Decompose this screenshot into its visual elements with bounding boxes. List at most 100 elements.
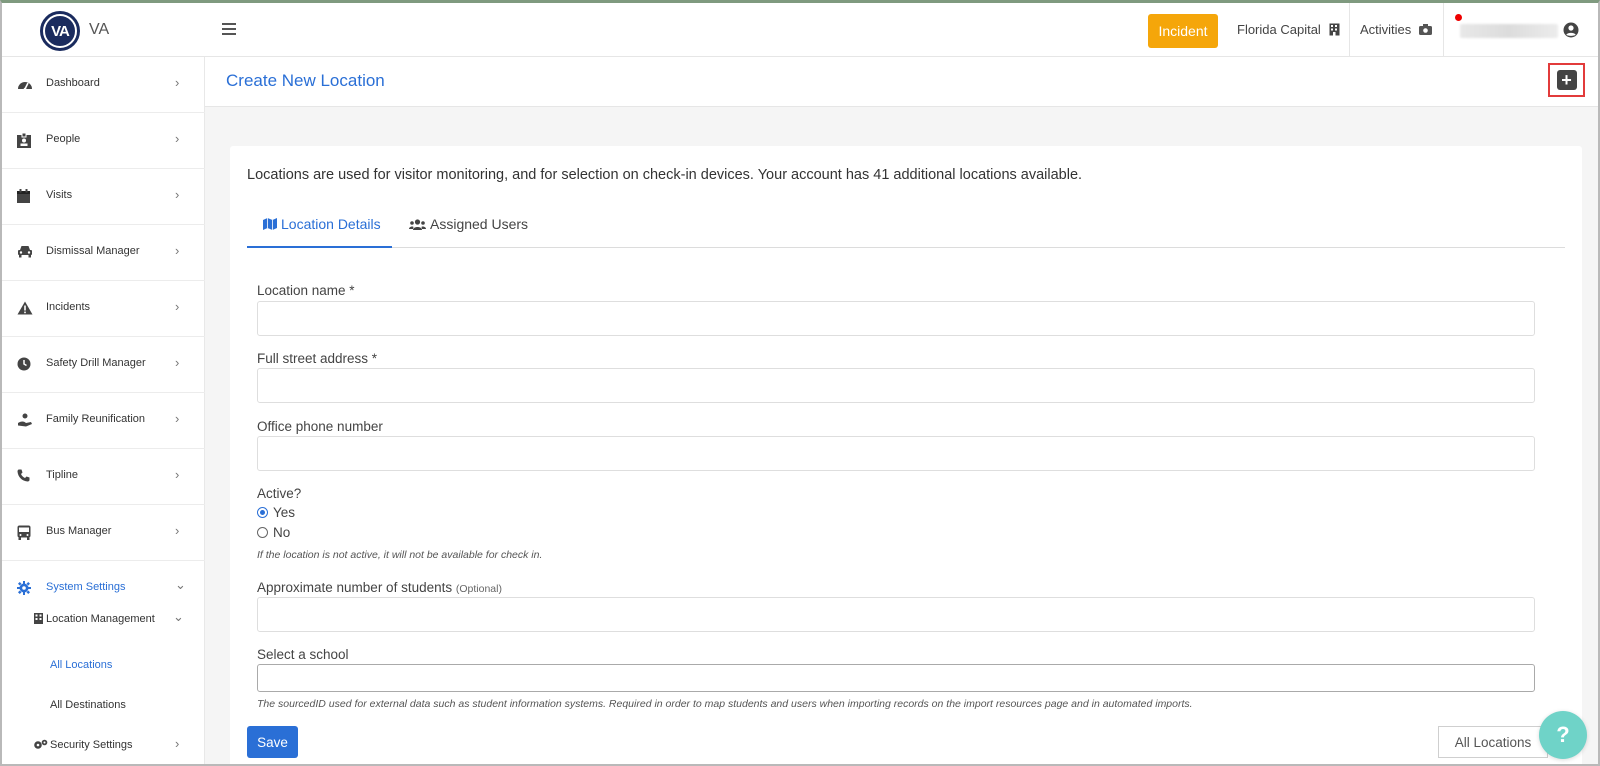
school-label: Select a school xyxy=(257,647,349,662)
sidebar-item-label: Dashboard xyxy=(46,77,100,89)
tab-label: Location Details xyxy=(281,216,381,232)
sidebar-item-family-reunification[interactable]: Family Reunification › xyxy=(2,393,205,449)
logo-text: VA xyxy=(43,14,77,48)
chevron-right-icon: › xyxy=(175,243,180,258)
bus-icon xyxy=(17,525,33,541)
sidebar-item-label: Dismissal Manager xyxy=(46,245,140,257)
main-content: Create New Location + Locations are used… xyxy=(205,57,1598,764)
car-icon xyxy=(17,245,33,261)
students-label: Approximate number of students (Optional… xyxy=(257,580,502,595)
sidebar-item-dismissal-manager[interactable]: Dismissal Manager › xyxy=(2,225,205,281)
page-header: Create New Location + xyxy=(205,57,1598,107)
calendar-icon xyxy=(17,189,33,205)
radio-checked-icon xyxy=(257,507,268,518)
top-bar: VA VA Incident Florida Capital Activitie… xyxy=(2,3,1598,57)
students-label-text: Approximate number of students xyxy=(257,580,453,595)
app-frame: VA VA Incident Florida Capital Activitie… xyxy=(0,0,1600,766)
sidebar-item-dashboard[interactable]: Dashboard › xyxy=(2,57,205,113)
user-avatar-icon[interactable] xyxy=(1563,22,1579,38)
chevron-right-icon: › xyxy=(175,523,180,538)
location-name-label: Location name * xyxy=(257,283,355,298)
map-icon xyxy=(263,216,277,246)
users-icon xyxy=(409,216,426,248)
sidebar-item-people[interactable]: People › xyxy=(2,113,205,169)
chevron-right-icon: › xyxy=(175,467,180,482)
sidebar-item-tipline[interactable]: Tipline › xyxy=(2,449,205,505)
sidebar-item-incidents[interactable]: Incidents › xyxy=(2,281,205,337)
chevron-right-icon: › xyxy=(175,131,180,146)
sidebar-item-bus-manager[interactable]: Bus Manager › xyxy=(2,505,205,561)
chevron-down-icon: ⌄ xyxy=(173,609,184,624)
building-icon xyxy=(34,613,43,624)
dashboard-icon xyxy=(17,77,33,93)
gear-icon xyxy=(17,581,33,597)
school-hint: The sourcedID used for external data suc… xyxy=(257,698,1193,710)
activities-link[interactable]: Activities xyxy=(1360,22,1433,37)
phone-icon xyxy=(17,469,33,485)
add-location-button[interactable]: + xyxy=(1548,63,1585,97)
tab-assigned-users[interactable]: Assigned Users xyxy=(409,204,528,248)
sidebar-item-visits[interactable]: Visits › xyxy=(2,169,205,225)
page-title: Create New Location xyxy=(226,71,385,90)
chevron-right-icon: › xyxy=(175,355,180,370)
chevron-right-icon: › xyxy=(175,187,180,202)
radio-label: No xyxy=(273,525,291,540)
sidebar-item-all-locations[interactable]: All Locations xyxy=(2,657,205,677)
notification-dot xyxy=(1455,14,1462,21)
plus-icon: + xyxy=(1556,70,1577,90)
school-select[interactable] xyxy=(257,664,1535,692)
sidebar-item-label: Visits xyxy=(46,189,73,201)
camera-icon xyxy=(1419,24,1433,35)
sidebar-item-security-settings[interactable]: Security Settings › xyxy=(2,736,205,757)
user-name[interactable] xyxy=(1460,24,1558,38)
app-logo[interactable]: VA xyxy=(40,11,80,51)
sidebar: Dashboard › People › Visits › Dismissal … xyxy=(2,57,205,764)
incident-button[interactable]: Incident xyxy=(1148,14,1218,48)
location-switcher[interactable]: Florida Capital xyxy=(1237,22,1340,37)
address-field[interactable] xyxy=(257,368,1535,403)
sidebar-item-label: Security Settings xyxy=(50,739,133,751)
phone-field[interactable] xyxy=(257,436,1535,471)
chevron-right-icon: › xyxy=(175,736,180,751)
divider xyxy=(1349,3,1350,57)
building-icon xyxy=(1329,23,1340,36)
active-label: Active? xyxy=(257,486,302,501)
phone-label: Office phone number xyxy=(257,419,383,434)
active-hint: If the location is not active, it will n… xyxy=(257,549,543,561)
sidebar-item-safety-drill-manager[interactable]: Safety Drill Manager › xyxy=(2,337,205,393)
all-locations-button[interactable]: All Locations xyxy=(1438,726,1548,758)
chevron-right-icon: › xyxy=(175,411,180,426)
radio-label: Yes xyxy=(273,505,296,520)
activities-label: Activities xyxy=(1360,22,1412,37)
address-label: Full street address * xyxy=(257,351,378,366)
form-card: Locations are used for visitor monitorin… xyxy=(230,146,1582,764)
sidebar-item-all-destinations[interactable]: All Destinations xyxy=(2,697,205,717)
id-badge-icon xyxy=(17,133,33,149)
chevron-right-icon: › xyxy=(175,299,180,314)
chevron-right-icon: › xyxy=(175,75,180,90)
radio-unchecked-icon xyxy=(257,527,268,538)
sidebar-item-location-management[interactable]: Location Management ⌄ xyxy=(2,609,205,635)
warning-icon xyxy=(17,301,33,317)
active-no-radio[interactable]: No xyxy=(257,525,290,540)
sidebar-item-label: People xyxy=(46,133,81,145)
sidebar-item-label: Incidents xyxy=(46,301,91,313)
sidebar-item-label: All Destinations xyxy=(50,699,126,711)
sidebar-item-label: All Locations xyxy=(50,659,113,671)
location-name-field[interactable] xyxy=(257,301,1535,336)
tab-label: Assigned Users xyxy=(430,216,529,232)
students-field[interactable] xyxy=(257,597,1535,632)
clock-icon xyxy=(17,357,33,373)
menu-toggle-icon[interactable] xyxy=(222,23,236,35)
help-button[interactable]: ? xyxy=(1539,711,1587,759)
tab-bar: Location Details Assigned Users xyxy=(247,204,1565,248)
intro-text: Locations are used for visitor monitorin… xyxy=(247,167,1083,183)
hand-heart-icon xyxy=(17,413,33,429)
sidebar-item-label: System Settings xyxy=(46,581,126,593)
active-yes-radio[interactable]: Yes xyxy=(257,505,295,520)
divider xyxy=(1443,3,1444,57)
sidebar-item-label: Family Reunification xyxy=(46,413,146,425)
tab-location-details[interactable]: Location Details xyxy=(247,204,392,248)
save-button[interactable]: Save xyxy=(247,726,298,758)
gears-icon xyxy=(33,739,48,750)
